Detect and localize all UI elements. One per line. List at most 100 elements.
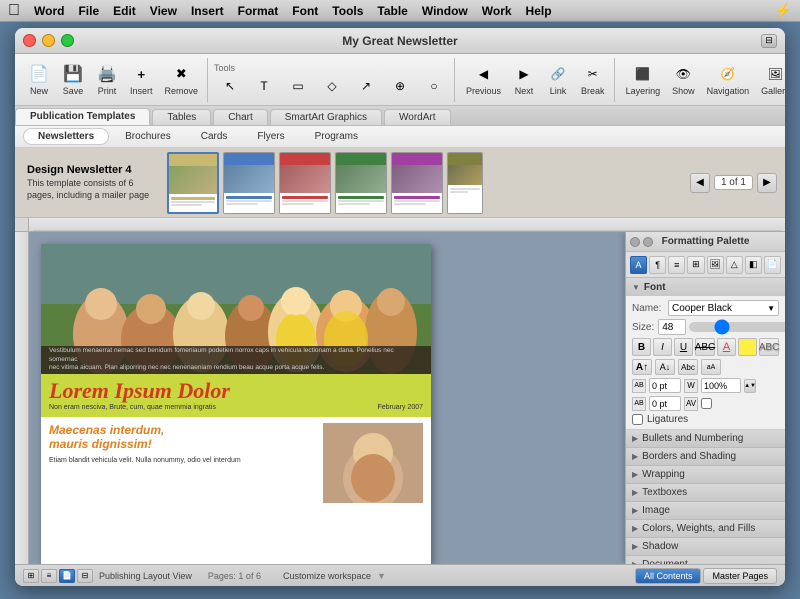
- menu-insert[interactable]: Insert: [191, 4, 224, 18]
- menu-window[interactable]: Window: [422, 4, 468, 18]
- template-thumb-3[interactable]: [279, 152, 331, 214]
- link-button[interactable]: 🔗 Link: [542, 60, 574, 100]
- document-canvas[interactable]: Vestibulum menaerrat nemac sed benidum f…: [29, 232, 625, 564]
- width-stepper[interactable]: ▲▼: [744, 379, 756, 393]
- palette-icon-image[interactable]: 🖼: [707, 256, 724, 274]
- baseline-value[interactable]: 0 pt: [649, 396, 681, 411]
- menu-edit[interactable]: Edit: [113, 4, 136, 18]
- pub-tab-programs[interactable]: Programs: [301, 129, 372, 144]
- layering-button[interactable]: ⬛ Layering: [621, 60, 666, 100]
- font-size-slider[interactable]: [689, 322, 785, 332]
- colors-weights-section[interactable]: ▶ Colors, Weights, and Fills: [626, 520, 785, 538]
- next-arrow[interactable]: ▶: [757, 173, 777, 193]
- borders-shading-section[interactable]: ▶ Borders and Shading: [626, 448, 785, 466]
- template-thumb-5[interactable]: [391, 152, 443, 214]
- menu-work[interactable]: Work: [482, 4, 512, 18]
- master-pages-tab[interactable]: Master Pages: [703, 568, 777, 584]
- save-button[interactable]: 💾 Save: [57, 60, 89, 100]
- palette-icon-text[interactable]: A: [630, 256, 647, 274]
- textboxes-section[interactable]: ▶ Textboxes: [626, 484, 785, 502]
- font-color-button[interactable]: A: [717, 338, 736, 356]
- tab-tables[interactable]: Tables: [152, 109, 211, 125]
- increase-size-btn[interactable]: A↑: [632, 359, 652, 375]
- break-button[interactable]: ✂ Break: [576, 60, 610, 100]
- previous-button[interactable]: ◀ Previous: [461, 60, 506, 100]
- template-thumb-2[interactable]: [223, 152, 275, 214]
- palette-icon-table[interactable]: ⊞: [687, 256, 704, 274]
- menu-tools[interactable]: Tools: [332, 4, 363, 18]
- menu-font[interactable]: Font: [292, 4, 318, 18]
- decrease-size-btn[interactable]: A↓: [655, 359, 675, 375]
- close-button[interactable]: [23, 34, 36, 47]
- tool-circle[interactable]: ○: [418, 76, 450, 96]
- strikethrough-button[interactable]: ABC: [695, 338, 715, 356]
- insert-button[interactable]: + Insert: [125, 60, 158, 100]
- all-contents-tab[interactable]: All Contents: [635, 568, 702, 584]
- tool-shape[interactable]: ◇: [316, 76, 348, 96]
- italic-button[interactable]: I: [653, 338, 672, 356]
- highlight-color-button[interactable]: [738, 338, 757, 356]
- view-icon-2[interactable]: ≡: [41, 569, 57, 583]
- menu-table[interactable]: Table: [377, 4, 407, 18]
- capitalize-btn[interactable]: Abc: [678, 359, 698, 375]
- view-icon-4[interactable]: ⊟: [77, 569, 93, 583]
- palette-icon-shape[interactable]: △: [726, 256, 743, 274]
- apple-icon[interactable]: : [8, 2, 20, 20]
- menu-format[interactable]: Format: [238, 4, 279, 18]
- tool-cursor[interactable]: ↖: [214, 76, 246, 96]
- font-section-header[interactable]: ▼ Font: [626, 278, 785, 296]
- font-name-input[interactable]: Cooper Black ▼: [668, 300, 779, 316]
- prev-arrow[interactable]: ◀: [690, 173, 710, 193]
- remove-button[interactable]: ✖ Remove: [160, 60, 204, 100]
- tab-wordart[interactable]: WordArt: [384, 109, 451, 125]
- pub-tab-newsletters[interactable]: Newsletters: [23, 128, 109, 145]
- tab-chart[interactable]: Chart: [213, 109, 267, 125]
- pub-tab-brochures[interactable]: Brochures: [111, 129, 185, 144]
- new-button[interactable]: 📄 New: [23, 60, 55, 100]
- char-space-value[interactable]: 0 pt: [649, 378, 681, 393]
- palette-close[interactable]: [630, 237, 640, 247]
- kern-checkbox[interactable]: [701, 398, 712, 409]
- tool-text[interactable]: T: [248, 76, 280, 96]
- menu-help[interactable]: Help: [526, 4, 552, 18]
- tool-line[interactable]: ↗: [350, 76, 382, 96]
- template-thumb-6[interactable]: [447, 152, 483, 214]
- view-icon-3[interactable]: 📄: [59, 569, 75, 583]
- window-zoom-button[interactable]: ⊟: [761, 34, 777, 48]
- palette-icon-list[interactable]: ≡: [668, 256, 685, 274]
- menu-word[interactable]: Word: [34, 4, 64, 18]
- tool-rect[interactable]: ▭: [282, 76, 314, 96]
- document-section[interactable]: ▶ Document: [626, 556, 785, 564]
- bullets-numbering-section[interactable]: ▶ Bullets and Numbering: [626, 430, 785, 448]
- pub-tab-cards[interactable]: Cards: [187, 129, 242, 144]
- menu-view[interactable]: View: [150, 4, 177, 18]
- shadow-text-button[interactable]: ABC: [759, 338, 779, 356]
- palette-minimize[interactable]: [643, 237, 653, 247]
- next-button[interactable]: ▶ Next: [508, 60, 540, 100]
- view-icon-1[interactable]: ⊞: [23, 569, 39, 583]
- navigation-button[interactable]: 🧭 Navigation: [702, 60, 755, 100]
- palette-icon-shadow[interactable]: ◧: [745, 256, 762, 274]
- shadow-section[interactable]: ▶ Shadow: [626, 538, 785, 556]
- pub-tab-flyers[interactable]: Flyers: [243, 129, 298, 144]
- tool-image[interactable]: ⊕: [384, 76, 416, 96]
- minimize-button[interactable]: [42, 34, 55, 47]
- uppercase-btn[interactable]: aA: [701, 359, 721, 375]
- show-button[interactable]: 👁 Show: [667, 60, 700, 100]
- image-section[interactable]: ▶ Image: [626, 502, 785, 520]
- palette-icon-doc[interactable]: 📄: [764, 256, 781, 274]
- maximize-button[interactable]: [61, 34, 74, 47]
- print-button[interactable]: 🖨️ Print: [91, 60, 123, 100]
- palette-icon-para[interactable]: ¶: [649, 256, 666, 274]
- gallery-button[interactable]: 🖼 Gallery: [756, 60, 785, 100]
- customize-workspace[interactable]: Customize workspace: [283, 571, 371, 581]
- tab-publication-templates[interactable]: Publication Templates: [15, 108, 150, 125]
- template-thumb-4[interactable]: [335, 152, 387, 214]
- menu-file[interactable]: File: [78, 4, 99, 18]
- width-value[interactable]: 100%: [701, 378, 741, 393]
- wrapping-section[interactable]: ▶ Wrapping: [626, 466, 785, 484]
- tab-smartart[interactable]: SmartArt Graphics: [270, 109, 382, 125]
- template-thumb-1[interactable]: [167, 152, 219, 214]
- font-size-input[interactable]: 48: [658, 319, 686, 335]
- ligatures-checkbox[interactable]: [632, 414, 643, 425]
